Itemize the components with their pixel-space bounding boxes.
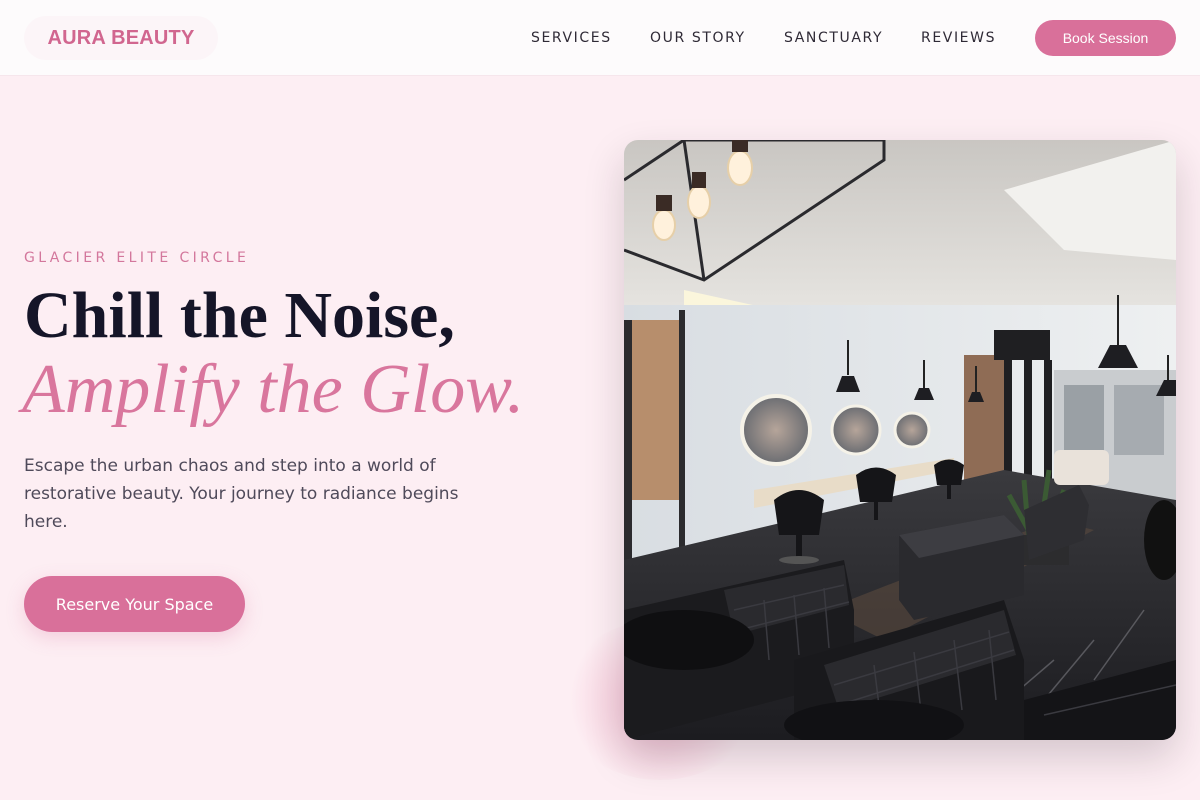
hero-subtitle: Escape the urban chaos and step into a w… — [24, 456, 459, 532]
brand-logo[interactable]: AURA BEAUTY — [24, 16, 218, 60]
brand-name: AURA BEAUTY — [47, 26, 195, 49]
hero-title-line1: Chill the Noise, — [24, 279, 455, 352]
reserve-space-button[interactable]: Reserve Your Space — [24, 576, 245, 632]
salon-interior-image — [624, 140, 1176, 740]
book-session-button[interactable]: Book Session — [1035, 20, 1176, 56]
nav-item-sanctuary[interactable]: SANCTUARY — [784, 0, 883, 76]
site-header: AURA BEAUTY SERVICES OUR STORY SANCTUARY… — [0, 0, 1200, 76]
nav-link-sanctuary[interactable]: SANCTUARY — [784, 30, 883, 46]
nav-link-services[interactable]: SERVICES — [531, 30, 612, 46]
hero-eyebrow: GLACIER ELITE CIRCLE — [24, 250, 250, 266]
nav-item-reviews[interactable]: REVIEWS — [921, 0, 996, 76]
nav-item-our-story[interactable]: OUR STORY — [650, 0, 746, 76]
nav-link-our-story[interactable]: OUR STORY — [650, 30, 746, 46]
salon-photo-illustration — [624, 140, 1176, 740]
hero-title-line2: Amplify the Glow. — [22, 351, 525, 428]
nav-item-services[interactable]: SERVICES — [531, 0, 612, 76]
nav-link-reviews[interactable]: REVIEWS — [921, 30, 996, 46]
